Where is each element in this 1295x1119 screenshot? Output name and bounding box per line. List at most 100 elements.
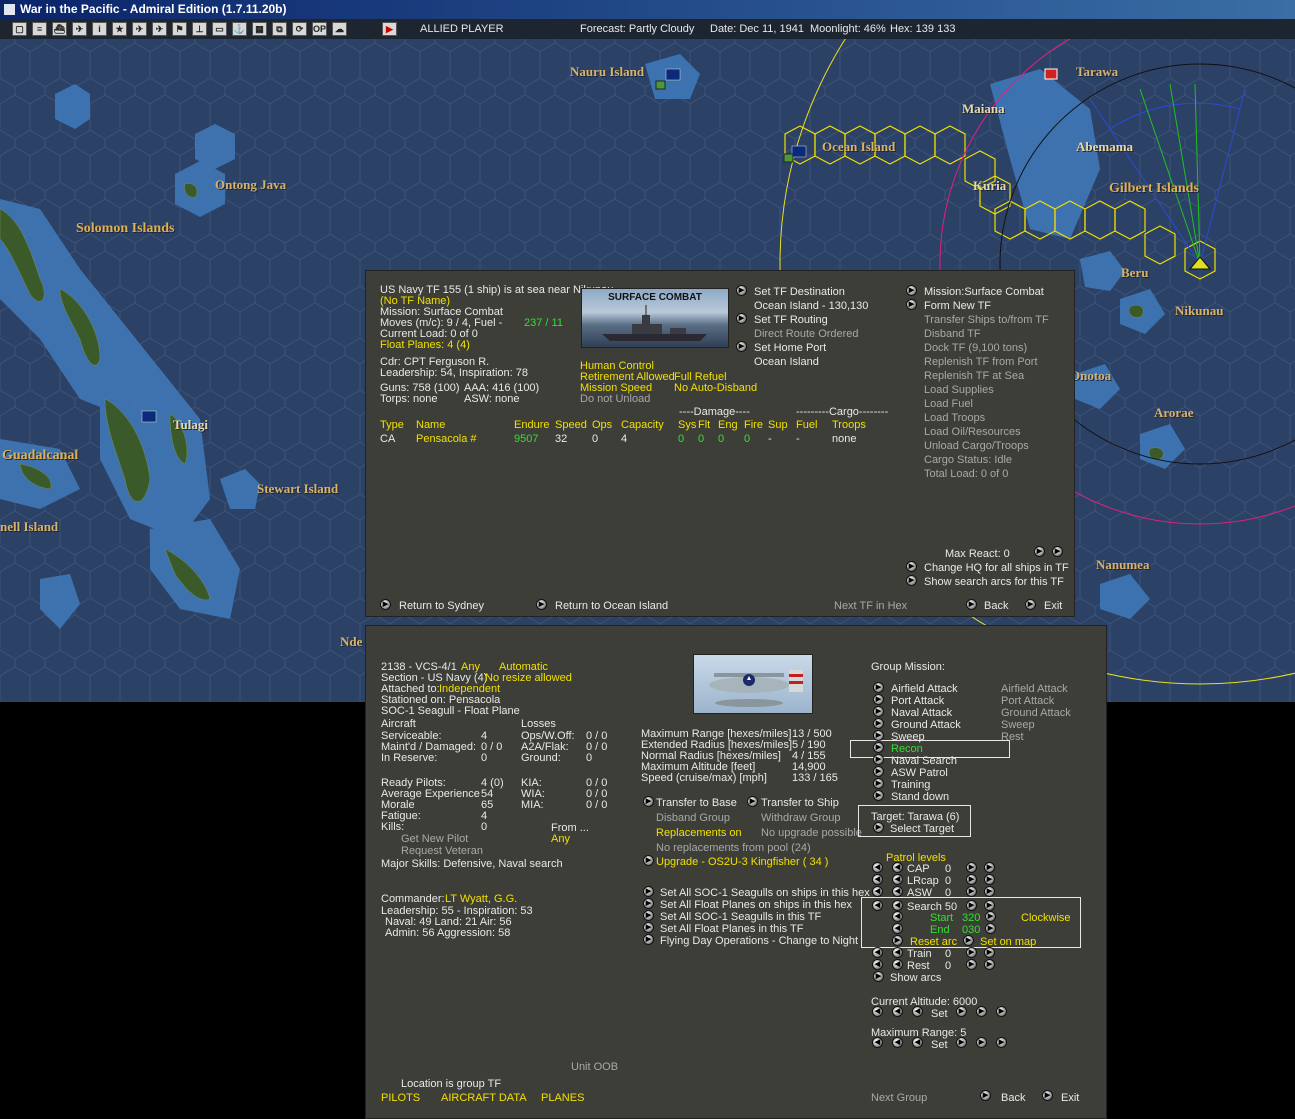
range-increase-button[interactable]: ▶ [956,1037,967,1048]
transfer-ship-button[interactable]: Transfer to Ship [761,797,839,809]
increase-search-button[interactable]: ▶ [966,900,977,911]
secondary-mission-option[interactable]: Ground Attack [1001,707,1071,719]
airfield-icon[interactable]: ▭ [212,22,227,36]
aircraft-red-icon[interactable]: ✈ [152,22,167,36]
return-sydney-button[interactable]: Return to Sydney [399,600,484,612]
increase-train-fast-button[interactable]: ▶ [984,947,995,958]
altitude-decrease-button[interactable]: ◀ [872,1006,883,1017]
tf-menu-item[interactable]: Dock TF (9,100 tons) [924,342,1027,354]
set-all-button[interactable]: Set All SOC-1 Seagulls on ships in this … [660,887,870,899]
transfer-base-button[interactable]: Transfer to Base [656,797,737,809]
increase-button[interactable]: ▶ [966,874,977,885]
planes-tab[interactable]: PLANES [541,1092,584,1104]
aircraft-type[interactable]: SOC-1 Seagull - Float Plane [381,705,520,717]
increase-fast-button[interactable]: ▶ [984,886,995,897]
mission-option[interactable]: Stand down [891,791,949,803]
mission-option[interactable]: Ground Attack [891,719,961,731]
pilots-tab[interactable]: PILOTS [381,1092,420,1104]
mission-option[interactable]: Naval Attack [891,707,952,719]
flag-icon[interactable]: ⚑ [172,22,187,36]
mission-option[interactable]: Airfield Attack [891,683,958,695]
back-button[interactable]: Back [1001,1092,1025,1104]
exit-button[interactable]: Exit [1044,600,1062,612]
decrease-search-button[interactable]: ◀ [872,900,883,911]
secondary-mission-option[interactable]: Rest [1001,731,1024,743]
start-decrease-button[interactable]: ◀ [892,911,903,922]
back-button[interactable]: Back [984,600,1008,612]
tf-menu-item[interactable]: Disband TF [924,328,981,340]
withdraw-group-button[interactable]: Withdraw Group [761,812,840,824]
tf-menu-item[interactable]: Form New TF [924,300,991,312]
range-decrease-button[interactable]: ◀ [912,1037,923,1048]
altitude-increase-button[interactable]: ▶ [956,1006,967,1017]
range-increase-button[interactable]: ▶ [976,1037,987,1048]
set-routing-button[interactable]: Set TF Routing [754,314,828,326]
tf-menu-item[interactable]: Load Oil/Resources [924,426,1021,438]
next-tf-button[interactable]: Next TF in Hex [834,600,907,612]
decrease-fast-button[interactable]: ◀ [892,886,903,897]
decrease-rest-fast-button[interactable]: ◀ [892,959,903,970]
aircraft-icon[interactable]: ✈ [132,22,147,36]
map-icon[interactable]: ▢ [12,22,27,36]
increase-button[interactable]: ▶ [966,886,977,897]
tf-menu-item[interactable]: Replenish TF from Port [924,356,1038,368]
decrease-train-button[interactable]: ◀ [872,947,883,958]
set-all-button[interactable]: Set All SOC-1 Seagulls in this TF [660,911,821,923]
loop-icon[interactable]: ⟳ [292,22,307,36]
tf-menu-item[interactable]: Load Fuel [924,398,973,410]
start-increase-button[interactable]: ▶ [985,911,996,922]
request-veteran-button[interactable]: Request Veteran [401,845,483,857]
range-decrease-button[interactable]: ◀ [892,1037,903,1048]
mission-option[interactable]: Recon [891,743,923,755]
altitude-increase-button[interactable]: ▶ [996,1006,1007,1017]
increase-fast-button[interactable]: ▶ [984,862,995,873]
altitude-increase-button[interactable]: ▶ [976,1006,987,1017]
factory-icon[interactable]: ▦ [252,22,267,36]
secondary-mission-option[interactable]: Port Attack [1001,695,1054,707]
decrease-button[interactable]: ◀ [872,886,883,897]
tf-menu-item[interactable]: Load Supplies [924,384,994,396]
ship-icon[interactable]: ⛴ [52,22,67,36]
star-icon[interactable]: ★ [112,22,127,36]
decrease-fast-button[interactable]: ◀ [892,874,903,885]
decrease-button[interactable]: ◀ [872,862,883,873]
show-arcs-button[interactable]: Show arcs [890,972,941,984]
disband-group-button[interactable]: Disband Group [656,812,730,824]
range-increase-button[interactable]: ▶ [996,1037,1007,1048]
upgrade-button[interactable]: Upgrade - OS2U-3 Kingfisher ( 34 ) [656,856,828,868]
select-target-button[interactable]: Select Target [890,823,954,835]
pool-replacements[interactable]: No replacements from pool (24) [656,842,811,854]
mission-option[interactable]: Port Attack [891,695,944,707]
cloud-icon[interactable]: ☁ [332,22,347,36]
set-all-button[interactable]: Flying Day Operations - Change to Night [660,935,858,947]
port-icon[interactable]: ⚓ [232,22,247,36]
tf-menu-item[interactable]: Replenish TF at Sea [924,370,1024,382]
range-set-button[interactable]: Set [931,1039,948,1051]
tf-menu-item[interactable]: Mission:Surface Combat [924,286,1044,298]
op-icon[interactable]: OP [312,22,327,36]
show-search-arcs-button[interactable]: Show search arcs for this TF [924,576,1064,588]
return-ocean-button[interactable]: Return to Ocean Island [555,600,668,612]
increase-react-button[interactable]: ▶ [1034,546,1045,557]
plane-icon[interactable]: ✈ [72,22,87,36]
range-decrease-button[interactable]: ◀ [872,1037,883,1048]
next-group-button[interactable]: Next Group [871,1092,927,1104]
end-increase-button[interactable]: ▶ [985,923,996,934]
unload-option[interactable]: Do not Unload [580,393,650,405]
increase-rest-fast-button[interactable]: ▶ [984,959,995,970]
increase-fast-button[interactable]: ▶ [984,874,995,885]
end-decrease-button[interactable]: ◀ [892,923,903,934]
increase-train-button[interactable]: ▶ [966,947,977,958]
increase-rest-button[interactable]: ▶ [966,959,977,970]
list-icon[interactable]: ≡ [32,22,47,36]
mission-option[interactable]: ASW Patrol [891,767,948,779]
commander-name[interactable]: LT Wyatt, G.G. [445,893,517,905]
mission-option[interactable]: Naval Search [891,755,957,767]
auto-disband[interactable]: No Auto-Disband [674,382,757,394]
decrease-button[interactable]: ◀ [872,874,883,885]
aircraft-data-tab[interactable]: AIRCRAFT DATA [441,1092,527,1104]
end-turn-icon[interactable]: ▶ [382,22,397,36]
tf-float-planes[interactable]: Float Planes: 4 (4) [380,339,470,351]
ship-name[interactable]: Pensacola # [416,433,477,445]
mission-option[interactable]: Sweep [891,731,925,743]
